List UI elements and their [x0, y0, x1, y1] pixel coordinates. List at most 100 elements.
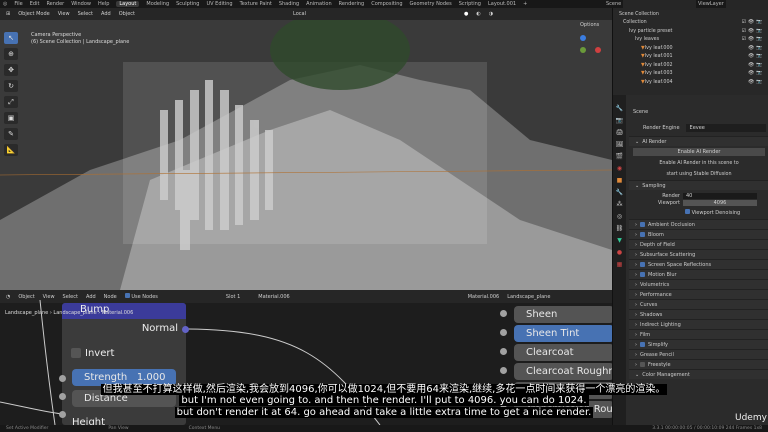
panel-checkbox[interactable] [640, 362, 645, 367]
normal-output-socket[interactable] [182, 326, 189, 333]
panel-checkbox[interactable] [640, 262, 645, 267]
outliner-row[interactable]: ▼ Ivy leaf.002 👁📷 [613, 61, 768, 70]
annotate-tool-icon[interactable]: ✎ [4, 128, 18, 140]
panel-grease-pencil[interactable]: › Grease Pencil [629, 349, 768, 359]
options-dropdown[interactable]: Options [580, 22, 599, 28]
menu-window[interactable]: Window [71, 1, 91, 7]
bsdf-input-socket[interactable] [500, 310, 507, 317]
physics-tab-icon[interactable]: ◎ [617, 213, 622, 220]
view-layer-tab-icon[interactable]: 🖼 [616, 141, 624, 148]
tab-layout[interactable]: Layout [116, 1, 140, 7]
shading-solid-icon[interactable]: ● [464, 11, 468, 17]
panel-shadows[interactable]: › Shadows [629, 309, 768, 319]
rotate-tool-icon[interactable]: ↻ [4, 80, 18, 92]
panel-checkbox[interactable] [640, 222, 645, 227]
modifier-tab-icon[interactable]: 🔧 [616, 189, 623, 196]
panel-checkbox[interactable] [640, 232, 645, 237]
blender-logo-icon[interactable]: ◎ [3, 1, 7, 7]
bsdf-input-sheen[interactable]: Sheen [514, 306, 612, 323]
panel-bloom[interactable]: › Bloom [629, 229, 768, 239]
panel-volumetrics[interactable]: › Volumetrics [629, 279, 768, 289]
object-tab-icon[interactable]: ■ [617, 177, 623, 184]
material-tab-icon[interactable]: ● [617, 249, 622, 256]
render-engine-dropdown[interactable]: Eevee [685, 124, 766, 132]
tab-rendering[interactable]: Rendering [339, 1, 365, 7]
particles-tab-icon[interactable]: ⁂ [617, 201, 623, 208]
bsdf-input-clearcoat[interactable]: Clearcoat [514, 344, 612, 361]
bsdf-input-sheen-tint[interactable]: Sheen Tint [514, 325, 612, 342]
move-tool-icon[interactable]: ✥ [4, 64, 18, 76]
menu-add[interactable]: Add [101, 11, 111, 17]
panel-screen-space-reflections[interactable]: › Screen Space Reflections [629, 259, 768, 269]
menu-view[interactable]: View [58, 11, 70, 17]
outliner-row[interactable]: ▼ Ivy leaf.000 👁📷 [613, 44, 768, 53]
tab-compositing[interactable]: Compositing [371, 1, 402, 7]
viewport-denoising-checkbox[interactable]: Viewport Denoising [685, 209, 768, 216]
panel-freestyle[interactable]: › Freestyle [629, 359, 768, 369]
panel-ai-render[interactable]: ⌄ AI Render [629, 136, 768, 146]
panel-simplify[interactable]: › Simplify [629, 339, 768, 349]
menu-select[interactable]: Select [78, 11, 93, 17]
scene-tab-icon[interactable]: 🎬 [616, 153, 623, 160]
tab-scripting[interactable]: Scripting [459, 1, 481, 7]
outliner-row[interactable]: Scene Collection [613, 10, 768, 19]
enable-ai-render-button[interactable]: Enable AI Render [633, 148, 765, 156]
viewport-samples-input[interactable]: 4096 [683, 200, 757, 206]
tab-animation[interactable]: Animation [306, 1, 332, 7]
bsdf-input-socket[interactable] [500, 329, 507, 336]
shading-material-icon[interactable]: ◐ [476, 11, 480, 17]
panel-film[interactable]: › Film [629, 329, 768, 339]
panel-curves[interactable]: › Curves [629, 299, 768, 309]
outliner-row[interactable]: ▼ Ivy leaf.004 👁📷 [613, 78, 768, 87]
panel-performance[interactable]: › Performance [629, 289, 768, 299]
tab-uv-editing[interactable]: UV Editing [206, 1, 232, 7]
shading-rendered-icon[interactable]: ◑ [489, 11, 493, 17]
tab-modeling[interactable]: Modeling [146, 1, 169, 7]
output-tab-icon[interactable]: 🖨 [616, 129, 624, 136]
invert-checkbox[interactable] [71, 348, 81, 358]
panel-motion-blur[interactable]: › Motion Blur [629, 269, 768, 279]
editor-type-icon[interactable]: ⊞ [6, 11, 10, 17]
outliner-row[interactable]: Ivy particle preset ☑👁📷 [613, 27, 768, 36]
outliner-row[interactable]: Collection ☑👁📷 [613, 19, 768, 28]
tab-sculpting[interactable]: Sculpting [176, 1, 199, 7]
render-tab-icon[interactable]: 📷 [616, 117, 623, 124]
visibility-icons[interactable]: ☑👁📷 [742, 20, 764, 25]
outliner-row[interactable]: ▼ Ivy leaf.001 👁📷 [613, 53, 768, 62]
scale-tool-icon[interactable]: ⤢ [4, 96, 18, 108]
bsdf-input-clearcoat-roughness[interactable]: Clearcoat Roughness [514, 363, 612, 380]
select-tool-icon[interactable]: ↖ [4, 32, 18, 44]
menu-file[interactable]: File [14, 1, 22, 7]
panel-indirect-lighting[interactable]: › Indirect Lighting [629, 319, 768, 329]
panel-ambient-occlusion[interactable]: › Ambient Occlusion [629, 219, 768, 229]
panel-color-management[interactable]: ⌄ Color Management [629, 369, 768, 379]
tab-layout-001[interactable]: Layout.001 [488, 1, 516, 7]
constraints-tab-icon[interactable]: ⛓ [616, 225, 624, 232]
view-layer-selector[interactable]: ViewLayer [696, 0, 726, 8]
bsdf-input-socket[interactable] [500, 367, 507, 374]
transform-tool-icon[interactable]: ▣ [4, 112, 18, 124]
outliner-row[interactable]: ▼ Ivy leaf.003 👁📷 [613, 70, 768, 79]
world-tab-icon[interactable]: ◉ [617, 165, 622, 172]
menu-render[interactable]: Render [46, 1, 64, 7]
tab-geometry-nodes[interactable]: Geometry Nodes [410, 1, 452, 7]
menu-edit[interactable]: Edit [30, 1, 40, 7]
panel-subsurface-scattering[interactable]: › Subsurface Scattering [629, 249, 768, 259]
transform-orientation-dropdown[interactable]: Local [293, 11, 306, 17]
menu-help[interactable]: Help [98, 1, 109, 7]
mode-dropdown[interactable]: Object Mode [18, 11, 50, 17]
tab-shading[interactable]: Shading [279, 1, 299, 7]
panel-checkbox[interactable] [640, 342, 645, 347]
panel-checkbox[interactable] [640, 272, 645, 277]
outliner-row[interactable]: Ivy leaves ☑👁📷 [613, 36, 768, 45]
measure-tool-icon[interactable]: 📐 [4, 144, 18, 156]
tab-texture-paint[interactable]: Texture Paint [240, 1, 272, 7]
3d-viewport[interactable]: Camera Perspective (6) Scene Collection … [0, 20, 612, 290]
cursor-tool-icon[interactable]: ⊕ [4, 48, 18, 60]
panel-depth-of-field[interactable]: › Depth of Field [629, 239, 768, 249]
data-tab-icon[interactable]: ▼ [617, 237, 622, 244]
texture-tab-icon[interactable]: ▦ [617, 261, 623, 268]
bsdf-input-socket[interactable] [500, 348, 507, 355]
render-samples-input[interactable]: 40 [683, 193, 757, 199]
panel-sampling[interactable]: ⌄ Sampling [629, 180, 768, 190]
